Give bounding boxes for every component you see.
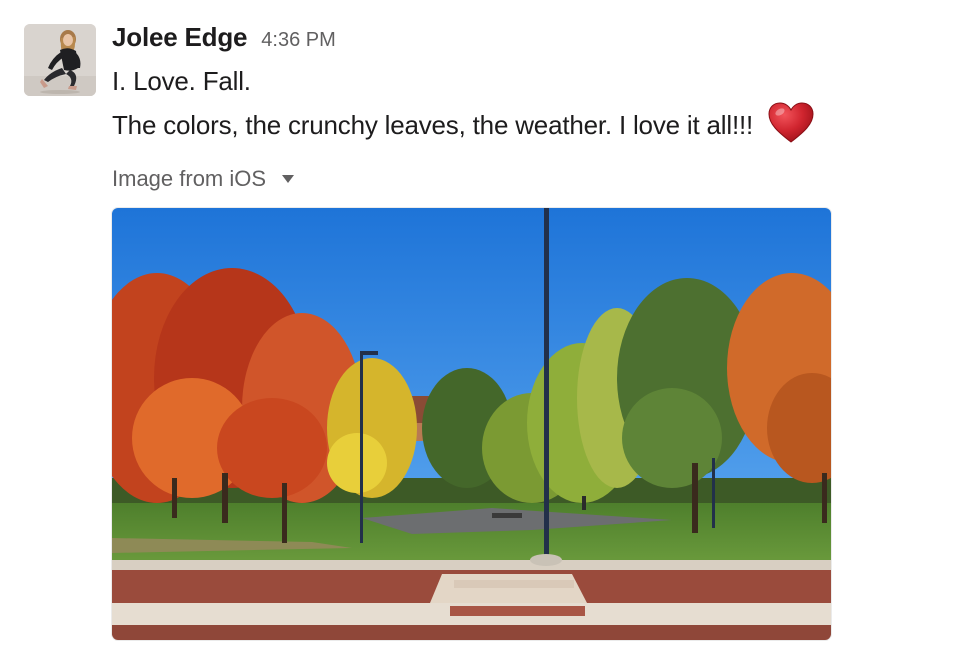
message-timestamp[interactable]: 4:36 PM (261, 29, 335, 52)
heart-icon (768, 102, 814, 143)
chat-message: Jolee Edge 4:36 PM I. Love. Fall. The co… (0, 0, 962, 652)
attached-image[interactable] (112, 208, 831, 640)
avatar-image (24, 24, 96, 96)
avatar[interactable] (24, 24, 96, 96)
fall-trees-photo (112, 208, 831, 640)
message-text-line-1: I. Love. Fall. (112, 66, 251, 97)
attachment-title[interactable]: Image from iOS (112, 166, 295, 192)
caret-down-icon[interactable] (282, 175, 295, 183)
message-text-line-2: The colors, the crunchy leaves, the weat… (112, 102, 814, 144)
message-text: I. Love. Fall. (112, 66, 251, 96)
message-header: Jolee Edge 4:36 PM (112, 22, 336, 58)
attachment-label: Image from iOS (112, 166, 267, 191)
message-text: The colors, the crunchy leaves, the weat… (112, 110, 754, 140)
sender-name[interactable]: Jolee Edge (112, 22, 247, 53)
